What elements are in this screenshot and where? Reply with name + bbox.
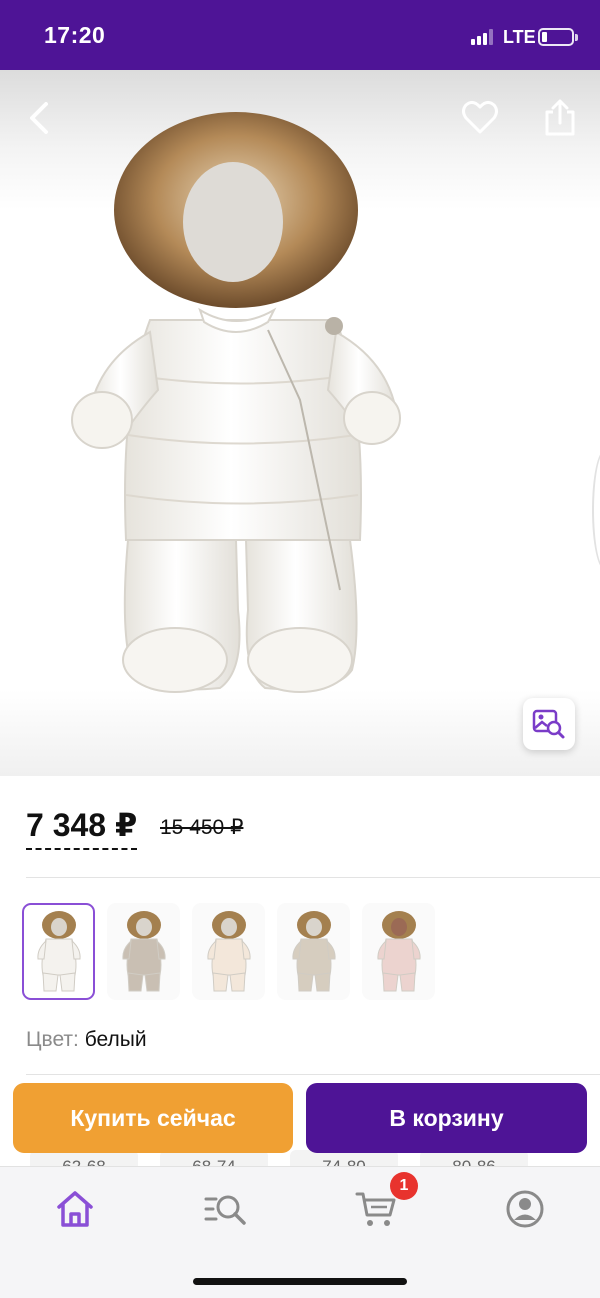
add-to-cart-button[interactable]: В корзину — [306, 1083, 587, 1153]
signal-strength-icon — [471, 29, 497, 45]
color-value: белый — [84, 1028, 147, 1051]
share-icon — [545, 99, 575, 136]
back-button[interactable] — [18, 96, 62, 140]
divider — [26, 877, 600, 878]
battery-icon — [538, 28, 574, 46]
tab-profile[interactable] — [503, 1187, 547, 1231]
old-price: 15 450 ₽ — [160, 816, 244, 839]
variant-thumbnail[interactable] — [107, 903, 180, 1000]
variant-thumbnail-image — [36, 910, 81, 991]
variant-thumbnail-image — [376, 910, 421, 991]
product-image — [71, 112, 401, 693]
favorite-button[interactable] — [458, 96, 502, 140]
visual-search-button[interactable] — [523, 698, 575, 750]
chevron-left-icon — [30, 102, 48, 134]
share-button[interactable] — [538, 96, 582, 140]
current-price[interactable]: 7 348 ₽ — [26, 806, 138, 850]
status-bar: 17:20 LTE — [0, 0, 600, 70]
color-line: Цвет: белый — [26, 1028, 147, 1052]
home-icon — [57, 1191, 93, 1227]
home-indicator[interactable] — [193, 1278, 407, 1285]
heart-outline-icon — [462, 100, 498, 134]
price-block: 7 348 ₽ 15 450 ₽ — [26, 806, 243, 850]
color-label: Цвет: — [26, 1028, 79, 1051]
variant-thumbnail[interactable] — [192, 903, 265, 1000]
variant-thumbnail[interactable] — [22, 903, 95, 1000]
cart-count-badge: 1 — [390, 1172, 418, 1200]
profile-icon — [506, 1190, 544, 1228]
variant-thumbnail[interactable] — [277, 903, 350, 1000]
variant-thumbnail[interactable] — [362, 903, 435, 1000]
battery-tip — [575, 34, 578, 41]
variant-thumbnail-image — [291, 910, 336, 991]
variant-thumbnail-image — [206, 910, 251, 991]
buy-now-button[interactable]: Купить сейчас — [13, 1083, 293, 1153]
catalog-search-icon — [204, 1195, 246, 1225]
tab-catalog[interactable] — [203, 1187, 247, 1231]
status-time: 17:20 — [44, 22, 106, 48]
tab-home[interactable] — [53, 1187, 97, 1231]
divider — [26, 1074, 600, 1075]
network-type: LTE — [503, 27, 536, 47]
product-gallery[interactable] — [0, 70, 600, 776]
variant-thumbnail-image — [121, 910, 166, 991]
image-search-icon — [532, 709, 565, 739]
